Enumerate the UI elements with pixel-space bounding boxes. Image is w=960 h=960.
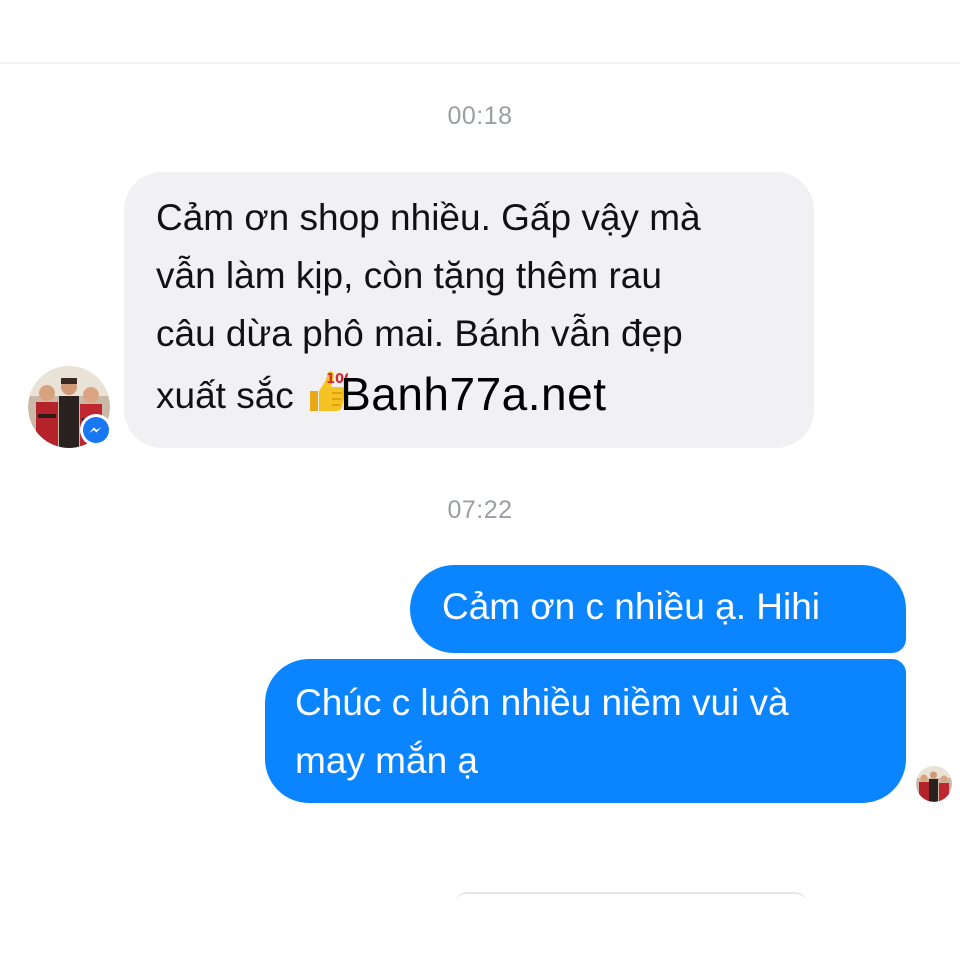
read-receipt-avatar-icon [916, 766, 952, 802]
read-receipt-avatar [916, 766, 952, 802]
watermark-text: Banh77a.net [340, 368, 607, 420]
message-line: xuất sắc [156, 375, 294, 416]
messenger-badge [80, 414, 112, 446]
timestamp: 00:18 [447, 102, 513, 130]
message-line: Chúc c luôn nhiều niềm vui và [295, 682, 789, 723]
message-line: Cảm ơn shop nhiều. Gấp vậy mà [156, 197, 701, 238]
contact-avatar[interactable] [28, 366, 112, 448]
message-line: vẫn làm kịp, còn tặng thêm rau [156, 255, 662, 296]
messenger-icon [83, 417, 109, 443]
message-last-line: xuất sắc 100 Banh77a.net [156, 363, 784, 425]
message-line: may mắn ạ [295, 740, 479, 781]
message-line: câu dừa phô mai. Bánh vẫn đẹp [156, 313, 683, 354]
outgoing-message-bubble[interactable]: Cảm ơn c nhiều ạ. Hihi [410, 565, 906, 653]
timestamp: 07:22 [447, 496, 513, 524]
incoming-message-bubble[interactable]: Cảm ơn shop nhiều. Gấp vậy mà vẫn làm kị… [124, 172, 814, 448]
next-message-edge [455, 892, 807, 904]
header-divider [0, 62, 960, 64]
outgoing-message-bubble[interactable]: Chúc c luôn nhiều niềm vui và may mắn ạ [265, 659, 906, 803]
message-line: Cảm ơn c nhiều ạ. Hihi [442, 586, 820, 627]
